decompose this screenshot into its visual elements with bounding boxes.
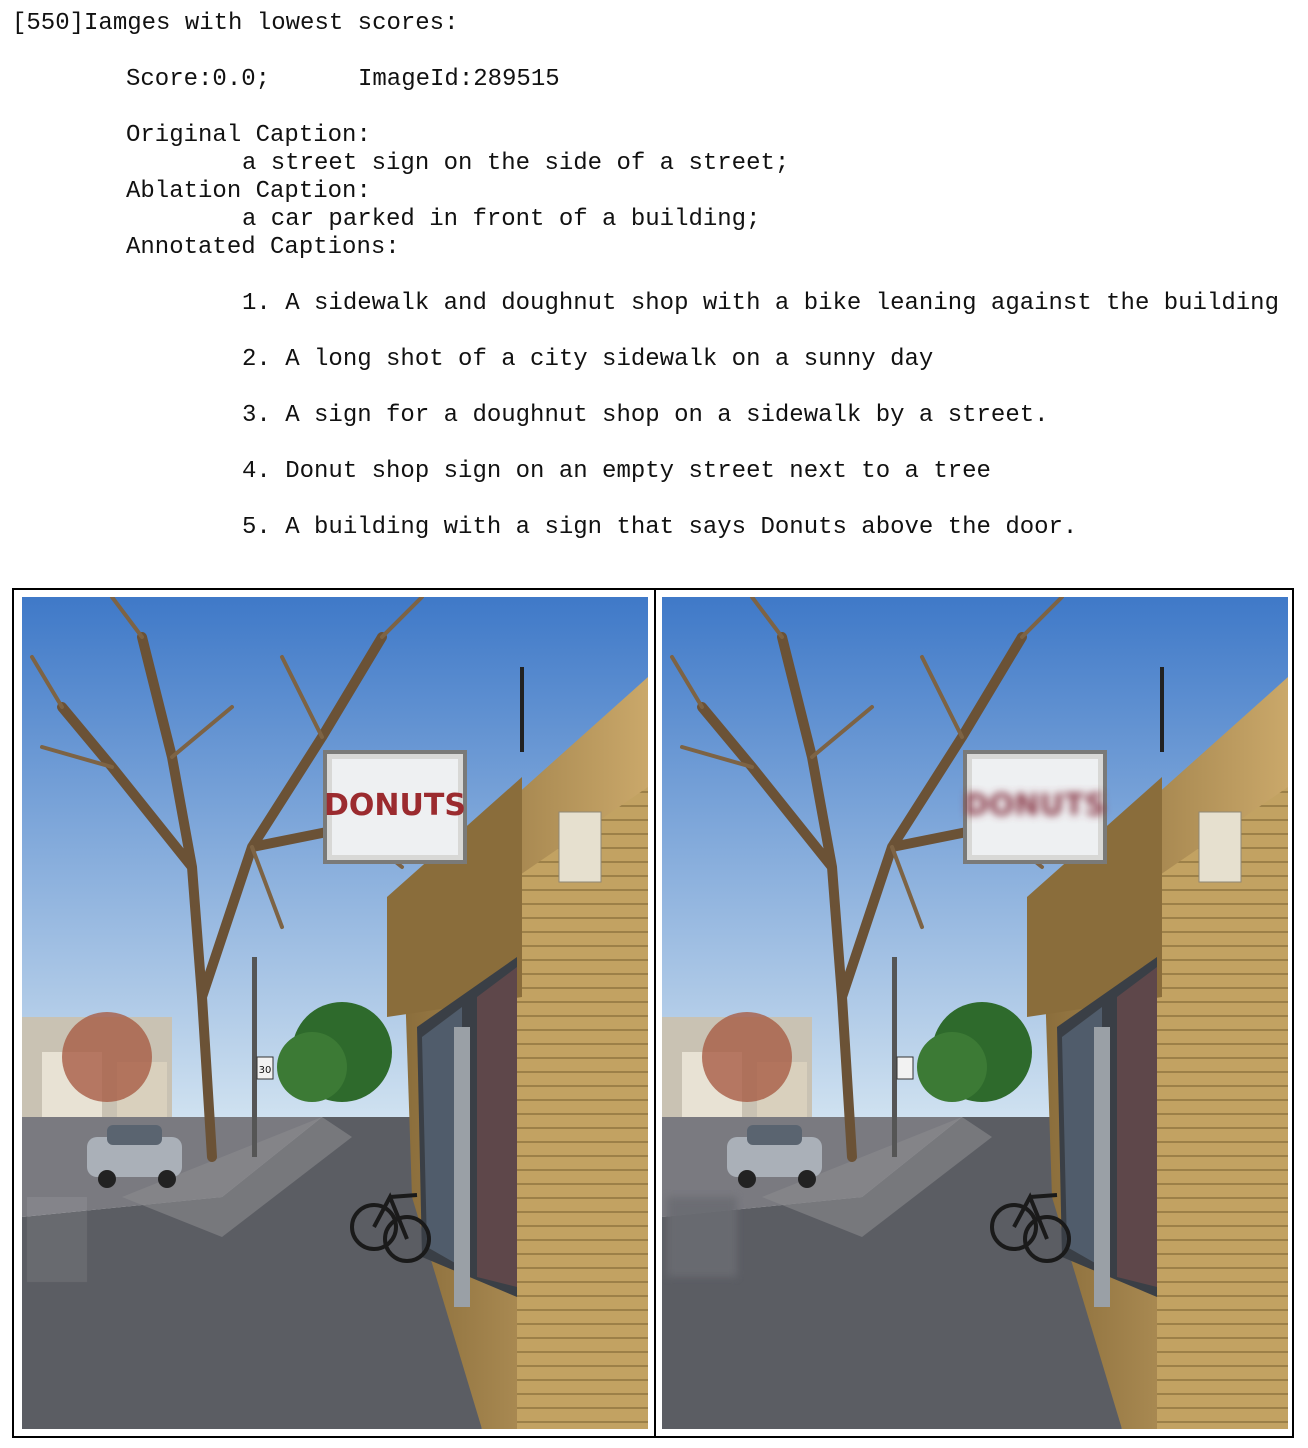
ablated-street-photo: DONUTS [662,597,1288,1429]
annotated-captions-label: Annotated Captions: [126,234,400,261]
annotated-caption-5: 5. A building with a sign that says Donu… [242,514,1078,541]
output-header: [550]Iamges with lowest scores: [12,10,458,38]
image-id-label: ImageId:289515 [358,66,560,93]
annotated-caption-3: 3. A sign for a doughnut shop on a sidew… [242,402,1049,429]
ablation-caption-text: a car parked in front of a building; [242,206,761,233]
original-caption-text: a street sign on the side of a street; [242,150,790,177]
annotated-caption-2: 2. A long shot of a city sidewalk on a s… [242,346,934,373]
annotated-caption-1: 1. A sidewalk and doughnut shop with a b… [242,290,1279,317]
score-label: Score:0.0; [126,66,271,93]
cell-prompt: [550] [12,10,85,37]
panel-divider [654,590,656,1436]
blurred-sign-text: DONUTS [964,788,1106,823]
original-caption-label: Original Caption: [126,122,371,149]
output-heading: Iamges with lowest scores: [84,10,459,37]
image-comparison-panel: 30 DONUTS DONUTS [12,588,1294,1438]
ablation-caption-label: Ablation Caption: [126,178,371,205]
original-street-photo: 30 DONUTS [22,597,648,1429]
donuts-sign-text: DONUTS [324,788,466,823]
annotated-caption-4: 4. Donut shop sign on an empty street ne… [242,458,991,485]
speed-sign-text: 30 [259,1065,272,1076]
